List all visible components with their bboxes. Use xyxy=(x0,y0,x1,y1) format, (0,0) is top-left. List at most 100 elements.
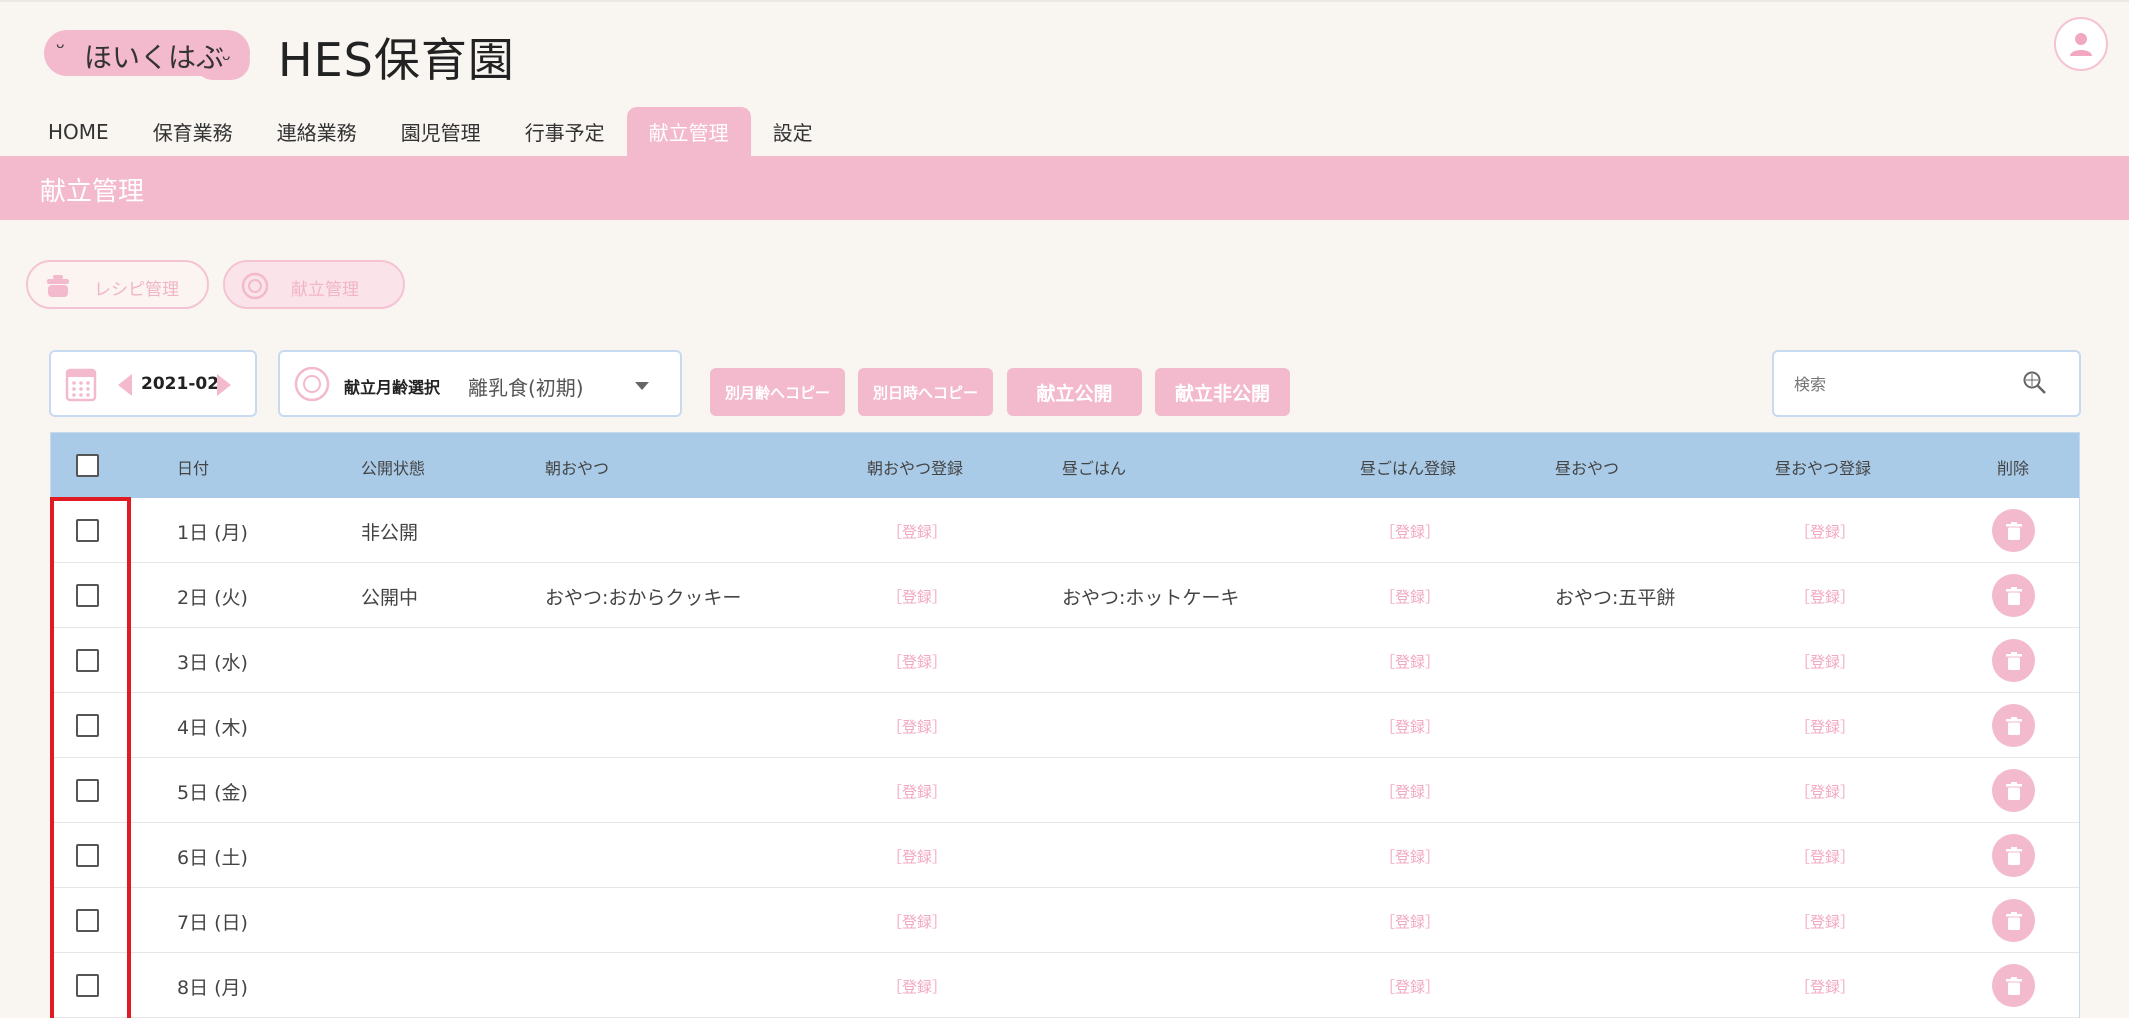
lunch-register-link[interactable]: ［登録］ xyxy=(1380,911,1440,932)
tab-settings[interactable]: 設定 xyxy=(751,107,835,156)
morning-snack-register-link[interactable]: ［登録］ xyxy=(887,651,947,672)
row-date: 1日 (月) xyxy=(177,522,248,544)
morning-snack-register-link[interactable]: ［登録］ xyxy=(887,521,947,542)
trash-icon xyxy=(2005,911,2022,930)
recipe-management-label: レシピ管理 xyxy=(94,280,179,300)
row-checkbox[interactable] xyxy=(76,519,99,542)
afternoon-snack-register-link[interactable]: ［登録］ xyxy=(1795,521,1855,542)
recipe-management-button[interactable]: レシピ管理 xyxy=(26,260,209,309)
afternoon-snack-register-link[interactable]: ［登録］ xyxy=(1795,911,1855,932)
row-checkbox[interactable] xyxy=(76,909,99,932)
afternoon-snack-register-link[interactable]: ［登録］ xyxy=(1795,651,1855,672)
publish-menu-button[interactable]: 献立公開 xyxy=(1007,368,1142,416)
tab-menu[interactable]: 献立管理 xyxy=(626,107,751,156)
trash-icon xyxy=(2005,781,2022,800)
morning-snack-register-link[interactable]: ［登録］ xyxy=(887,911,947,932)
morning-snack-register-link[interactable]: ［登録］ xyxy=(887,846,947,867)
user-icon xyxy=(2070,33,2092,56)
table-row: 5日 (金) ［登録］ ［登録］ ［登録］ xyxy=(51,758,2079,823)
header-lunch-register: 昼ごはん登録 xyxy=(1360,459,1457,478)
table-row: 3日 (水) ［登録］ ［登録］ ［登録］ xyxy=(51,628,2079,693)
plate-icon xyxy=(294,366,330,402)
header-lunch: 昼ごはん xyxy=(1062,459,1127,478)
tab-home[interactable]: HOME xyxy=(26,107,131,156)
afternoon-snack-register-link[interactable]: ［登録］ xyxy=(1795,716,1855,737)
unpublish-menu-button[interactable]: 献立非公開 xyxy=(1155,368,1290,416)
morning-snack-register-link[interactable]: ［登録］ xyxy=(887,781,947,802)
morning-snack-register-link[interactable]: ［登録］ xyxy=(887,976,947,997)
user-menu-button[interactable] xyxy=(2054,17,2108,71)
page-title: 献立管理 xyxy=(40,177,145,207)
smile-right-icon: ᵕ xyxy=(222,48,232,73)
header-status: 公開状態 xyxy=(361,459,426,478)
row-date: 3日 (水) xyxy=(177,652,248,674)
header-date: 日付 xyxy=(177,459,210,478)
lunch-register-link[interactable]: ［登録］ xyxy=(1380,586,1440,607)
lunch-register-link[interactable]: ［登録］ xyxy=(1380,781,1440,802)
search-input[interactable] xyxy=(1794,370,2024,398)
lunch-register-link[interactable]: ［登録］ xyxy=(1380,521,1440,542)
age-select[interactable]: 献立月齢選択 離乳食(初期) xyxy=(278,350,682,417)
trash-icon xyxy=(2005,976,2022,995)
row-checkbox[interactable] xyxy=(76,714,99,737)
current-month: 2021-02 xyxy=(141,374,220,394)
tab-contact[interactable]: 連絡業務 xyxy=(255,107,379,156)
copy-to-other-date-button[interactable]: 別日時へコピー xyxy=(858,368,993,416)
table-row: 8日 (月) ［登録］ ［登録］ ［登録］ xyxy=(51,953,2079,1018)
arrow-left-icon[interactable] xyxy=(118,374,132,396)
header-morning-snack-register: 朝おやつ登録 xyxy=(867,459,964,478)
lunch-register-link[interactable]: ［登録］ xyxy=(1380,976,1440,997)
delete-button[interactable] xyxy=(1992,964,2035,1007)
delete-button[interactable] xyxy=(1992,769,2035,812)
row-morning-snack: おやつ:おからクッキー xyxy=(545,587,742,609)
row-checkbox[interactable] xyxy=(76,649,99,672)
afternoon-snack-register-link[interactable]: ［登録］ xyxy=(1795,781,1855,802)
age-select-label: 献立月齢選択 xyxy=(344,378,441,397)
delete-button[interactable] xyxy=(1992,704,2035,747)
delete-button[interactable] xyxy=(1992,834,2035,877)
row-checkbox[interactable] xyxy=(76,584,99,607)
row-lunch: おやつ:ホットケーキ xyxy=(1062,587,1240,609)
table-row: 4日 (木) ［登録］ ［登録］ ［登録］ xyxy=(51,693,2079,758)
trash-icon xyxy=(2005,846,2022,865)
row-status: 公開中 xyxy=(361,587,419,609)
afternoon-snack-register-link[interactable]: ［登録］ xyxy=(1795,846,1855,867)
trash-icon xyxy=(2005,586,2022,605)
lunch-register-link[interactable]: ［登録］ xyxy=(1380,716,1440,737)
site-title: HES保育園 xyxy=(278,33,515,87)
delete-button[interactable] xyxy=(1992,899,2035,942)
logo-text: ほいくはぶ xyxy=(84,41,225,74)
table-header: 日付 公開状態 朝おやつ 朝おやつ登録 昼ごはん 昼ごはん登録 昼おやつ 昼おや… xyxy=(51,433,2079,498)
arrow-right-icon[interactable] xyxy=(217,374,231,396)
menu-management-button[interactable]: 献立管理 xyxy=(223,260,405,309)
tab-childcare[interactable]: 保育業務 xyxy=(131,107,255,156)
pot-icon xyxy=(47,275,69,297)
delete-button[interactable] xyxy=(1992,509,2035,552)
copy-to-other-age-button[interactable]: 別月齢へコピー xyxy=(710,368,845,416)
row-checkbox[interactable] xyxy=(76,779,99,802)
search-box[interactable] xyxy=(1772,350,2081,417)
afternoon-snack-register-link[interactable]: ［登録］ xyxy=(1795,976,1855,997)
table-row: 6日 (土) ［登録］ ［登録］ ［登録］ xyxy=(51,823,2079,888)
header-afternoon-snack: 昼おやつ xyxy=(1555,459,1620,478)
tab-events[interactable]: 行事予定 xyxy=(503,107,627,156)
row-date: 5日 (金) xyxy=(177,782,248,804)
header-morning-snack: 朝おやつ xyxy=(545,459,610,478)
row-date: 7日 (日) xyxy=(177,912,248,934)
afternoon-snack-register-link[interactable]: ［登録］ xyxy=(1795,586,1855,607)
delete-button[interactable] xyxy=(1992,639,2035,682)
plate-icon xyxy=(241,272,269,300)
search-icon[interactable] xyxy=(2022,370,2048,396)
tab-children[interactable]: 園児管理 xyxy=(379,107,503,156)
select-all-checkbox[interactable] xyxy=(76,454,99,477)
morning-snack-register-link[interactable]: ［登録］ xyxy=(887,716,947,737)
lunch-register-link[interactable]: ［登録］ xyxy=(1380,651,1440,672)
row-checkbox[interactable] xyxy=(76,974,99,997)
morning-snack-register-link[interactable]: ［登録］ xyxy=(887,586,947,607)
top-border xyxy=(0,0,2129,2)
menu-management-label: 献立管理 xyxy=(291,280,359,300)
row-checkbox[interactable] xyxy=(76,844,99,867)
delete-button[interactable] xyxy=(1992,574,2035,617)
table-row: 1日 (月) 非公開 ［登録］ ［登録］ ［登録］ xyxy=(51,498,2079,563)
lunch-register-link[interactable]: ［登録］ xyxy=(1380,846,1440,867)
